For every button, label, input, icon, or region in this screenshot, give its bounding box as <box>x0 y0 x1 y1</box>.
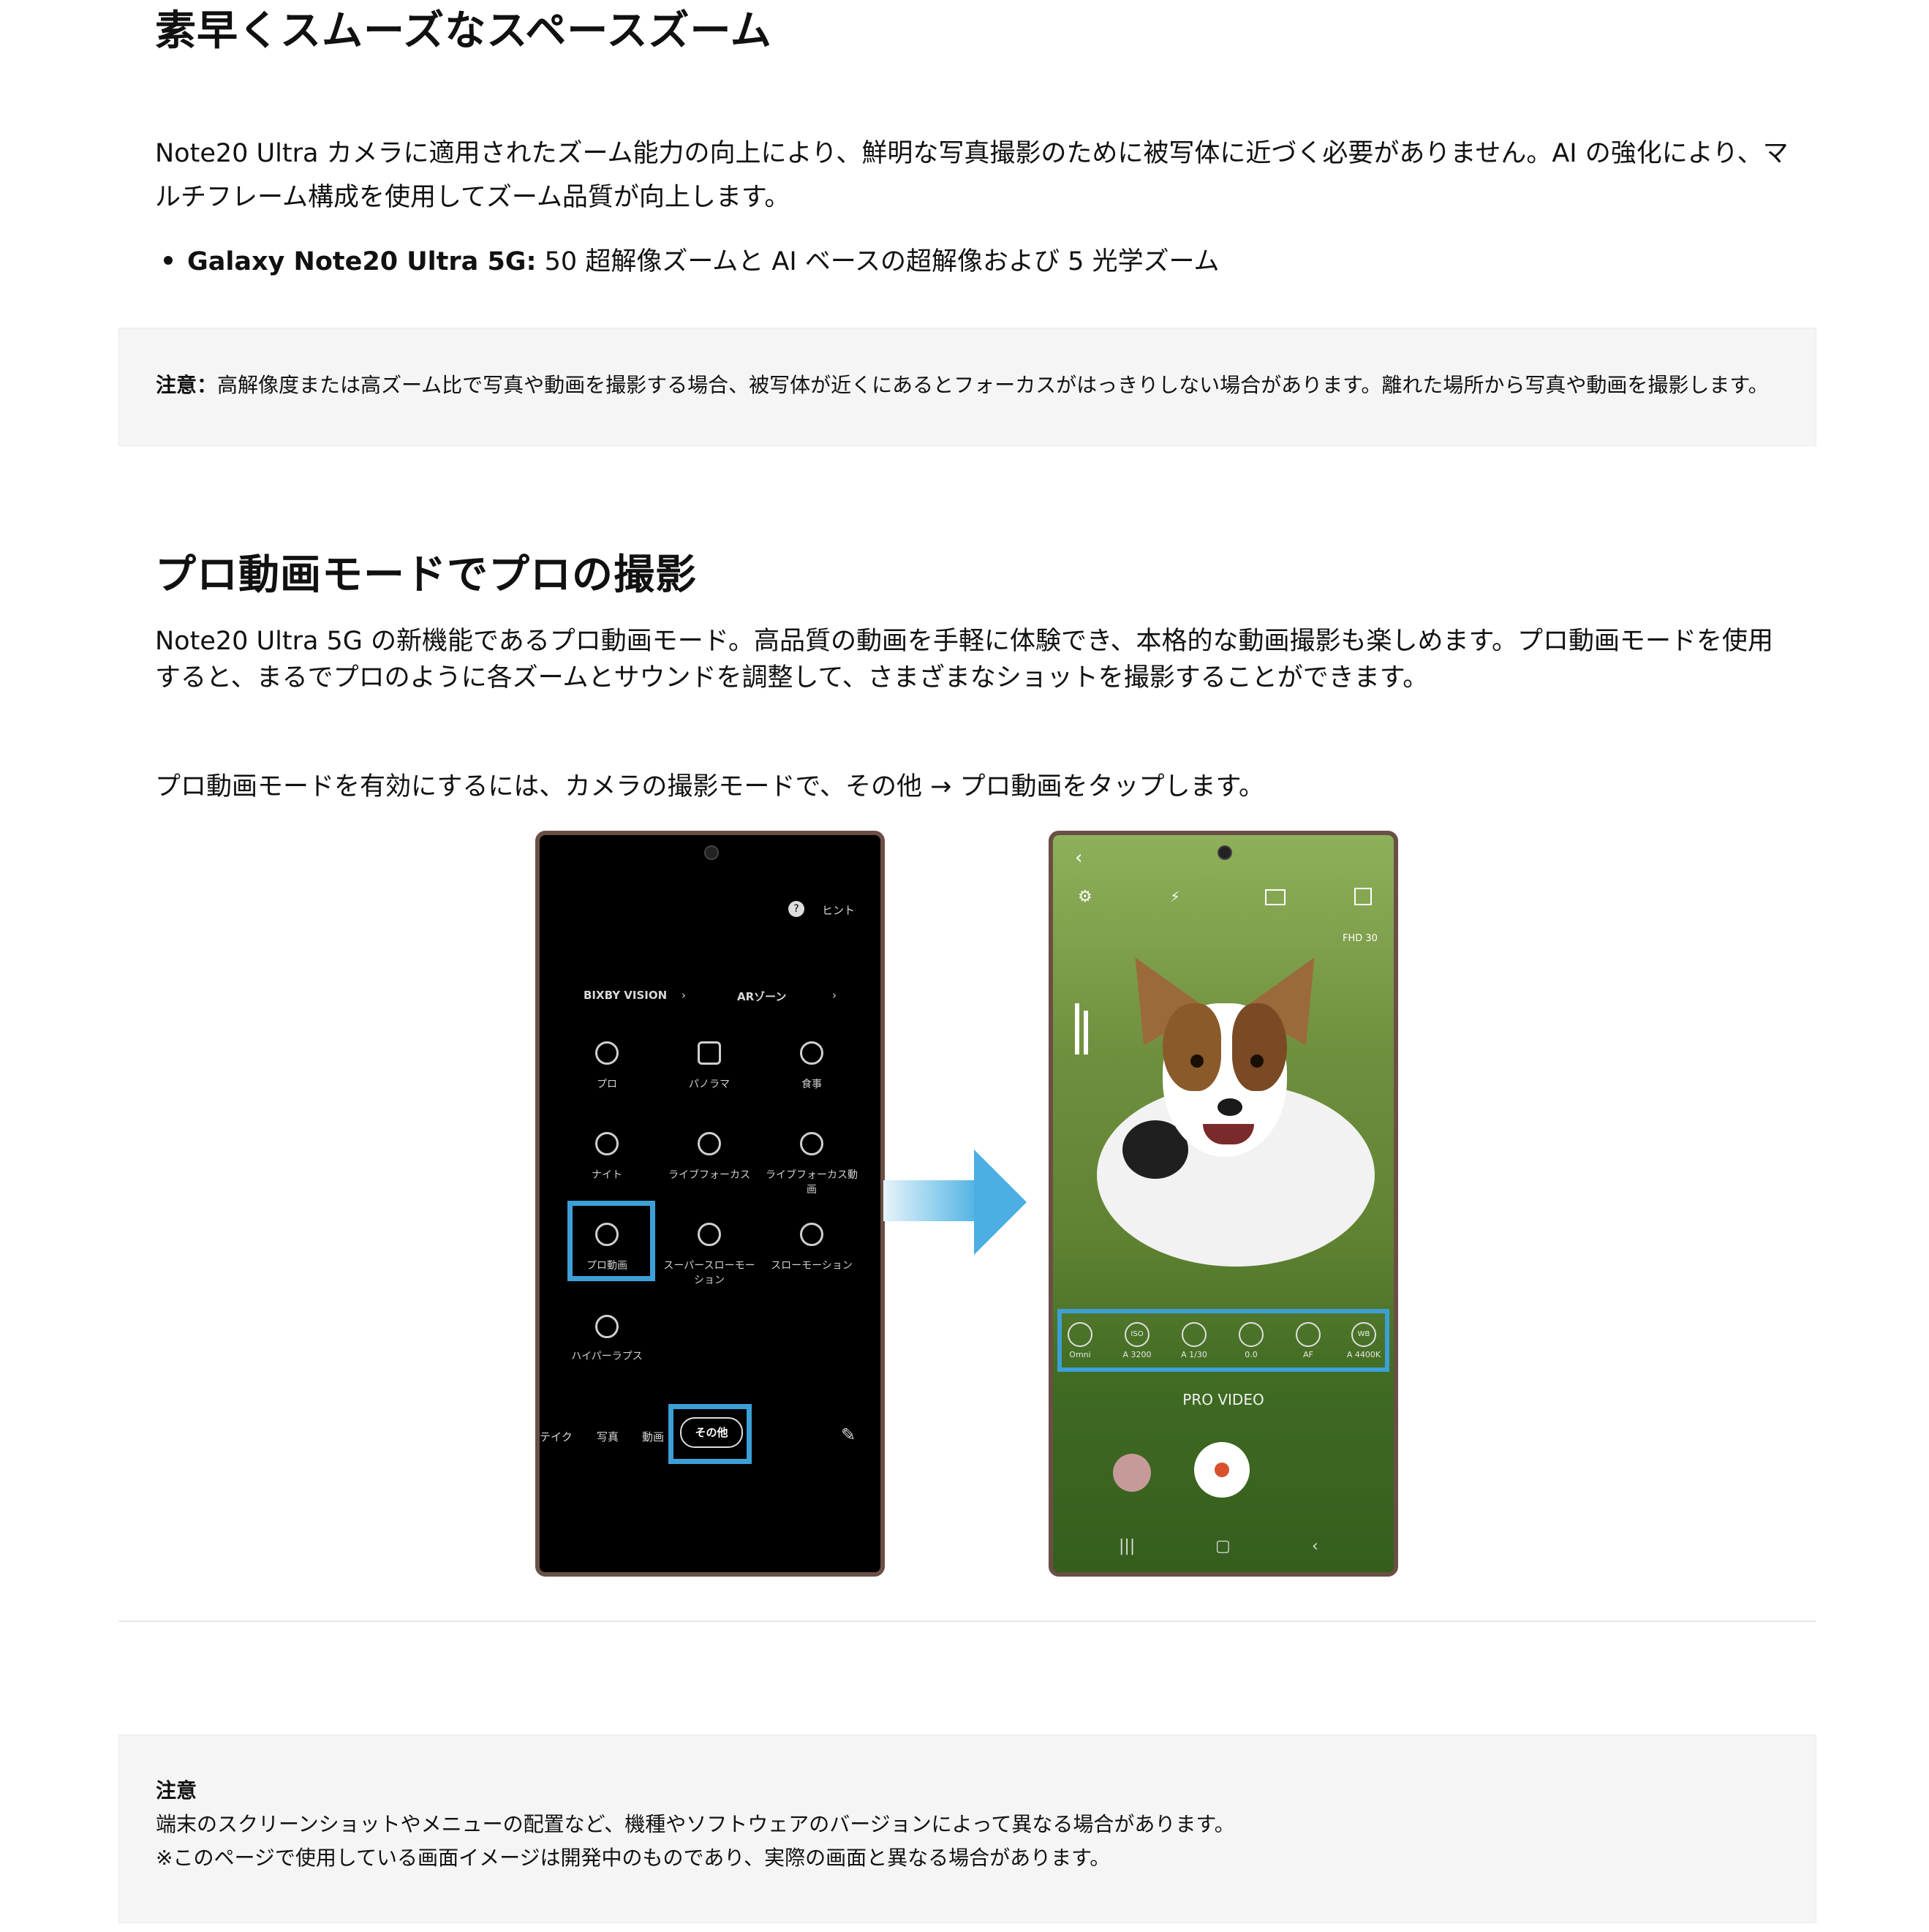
pro-controls-highlight <box>1057 1309 1389 1372</box>
record-icon <box>1215 1463 1229 1477</box>
arrow-shaft <box>883 1180 977 1221</box>
pro-video-highlight <box>567 1201 655 1281</box>
audio-level-right <box>1084 1011 1088 1054</box>
control-label: 0.0 <box>1245 1350 1258 1359</box>
divider <box>118 1620 1816 1622</box>
phone-menu-screenshot: ヒント ? BIXBY VISION › ARゾーン › プロ パノラマ 食事 … <box>535 831 885 1577</box>
bullet-label: Galaxy Note20 Ultra 5G: <box>187 247 537 276</box>
control-label: A 1/30 <box>1181 1350 1207 1359</box>
help-icon: ? <box>788 901 804 917</box>
mode-label: スローモーション <box>771 1260 853 1272</box>
bullet-text: 50 超解像ズームと AI ベースの超解像および 5 光学ズーム <box>536 247 1220 276</box>
bullet-item: Galaxy Note20 Ultra 5G: 50 超解像ズームと AI ベー… <box>155 241 1220 282</box>
control-label: A 3200 <box>1122 1350 1152 1359</box>
mode-label: ライブフォーカス動画 <box>766 1169 858 1196</box>
note-box-disclaimer: 注意 端末のスクリーンショットやメニューの配置など、機種やソフトウェアのバージョ… <box>118 1735 1816 1923</box>
night-icon <box>595 1132 619 1155</box>
section-title-pro-video: プロ動画モードでプロの撮影 <box>155 551 697 599</box>
pro-video-paragraph: Note20 Ultra 5G の新機能であるプロ動画モード。高品質の動画を手軽… <box>155 627 1774 693</box>
live-focus-icon <box>698 1132 721 1155</box>
resolution-label: FHD 30 <box>1343 933 1378 944</box>
dog-patch <box>1163 1003 1221 1091</box>
note-box-zoom: 注意：高解像度または高ズーム比で写真や動画を撮影する場合、被写体が近くにあるとフ… <box>118 328 1816 446</box>
front-camera <box>704 845 719 860</box>
mode-label: ライブフォーカス <box>668 1169 750 1181</box>
mode-label: PRO VIDEO <box>1182 1391 1264 1408</box>
note-body: 高解像度または高ズーム比で写真や動画を撮影する場合、被写体が近くにあるとフォーカ… <box>217 373 1769 397</box>
mode-label: 食事 <box>801 1079 822 1090</box>
pro-video-viewfinder: ‹ ⚙ ⚡ FHD 30 Omni ISO A 3200 A 1/30 0.0 … <box>1053 835 1394 1572</box>
live-focus-video-icon <box>800 1132 823 1155</box>
note-line-1: 端末のスクリーンショットやメニューの配置など、機種やソフトウェアのバージョンによ… <box>156 1812 1235 1836</box>
dog-eye <box>1250 1054 1264 1068</box>
pencil-icon: ✎ <box>841 1425 856 1445</box>
dog-nose <box>1218 1098 1242 1116</box>
mode-label: パノラマ <box>689 1079 730 1090</box>
chevron-right-icon: › <box>682 989 686 1002</box>
back-nav-icon: ‹ <box>1312 1537 1318 1555</box>
hyperlapse-icon <box>595 1315 619 1338</box>
tab-video: 動画 <box>642 1430 665 1444</box>
exposure-icon <box>1239 1322 1264 1347</box>
back-icon: ‹ <box>1075 847 1083 869</box>
space-zoom-paragraph: Note20 Ultra カメラに適用されたズーム能力の向上により、鮮明な写真撮… <box>155 139 1789 212</box>
mode-label: スーパースローモーション <box>663 1260 755 1286</box>
bullet-dot <box>164 256 173 265</box>
settings-icon: ⚙ <box>1078 888 1092 906</box>
gallery-thumbnail <box>1113 1454 1151 1492</box>
panorama-icon <box>698 1041 721 1065</box>
tab-take: テイク <box>540 1430 573 1444</box>
ratio-icon <box>1265 889 1286 905</box>
white-balance-icon: WB <box>1351 1322 1376 1347</box>
pro-video-instructions: プロ動画モードを有効にするには、カメラの撮影モードで、その他 → プロ動画をタッ… <box>155 772 1265 801</box>
dog-eye <box>1190 1054 1204 1068</box>
food-icon <box>800 1041 823 1065</box>
control-label: AF <box>1303 1350 1313 1359</box>
note-label: 注意： <box>156 373 218 397</box>
arrow-right-icon <box>974 1150 1027 1255</box>
note-label: 注意 <box>156 1778 197 1803</box>
tab-more: その他 <box>680 1417 743 1448</box>
mode-label: プロ <box>597 1079 617 1090</box>
chevron-right-icon: › <box>832 989 837 1002</box>
section-title-space-zoom: 素早くスムーズなスペースズーム <box>155 7 772 55</box>
control-label: Omni <box>1069 1350 1091 1359</box>
home-icon: ▢ <box>1215 1537 1231 1555</box>
slow-motion-icon <box>800 1223 823 1246</box>
phone-pro-video-screenshot: ‹ ⚙ ⚡ FHD 30 Omni ISO A 3200 A 1/30 0.0 … <box>1049 831 1398 1577</box>
ar-zone: ARゾーン <box>737 990 787 1003</box>
mode-label: ハイパーラプス <box>571 1351 643 1362</box>
flash-off-icon: ⚡ <box>1170 888 1181 905</box>
shutter-speed-icon <box>1182 1322 1207 1347</box>
mode-label: ナイト <box>592 1169 622 1181</box>
effects-icon <box>1354 888 1372 905</box>
pro-mode-icon <box>595 1041 619 1065</box>
recent-apps-icon: ||| <box>1119 1537 1136 1555</box>
bixby-vision: BIXBY VISION <box>584 989 668 1002</box>
microphone-icon <box>1068 1322 1092 1347</box>
audio-level-left <box>1075 1003 1079 1054</box>
dog-patch <box>1232 1003 1287 1091</box>
hint-label: ヒント <box>822 904 856 917</box>
iso-icon: ISO <box>1125 1322 1150 1347</box>
focus-icon <box>1296 1322 1321 1347</box>
camera-mode-menu: ヒント ? BIXBY VISION › ARゾーン › プロ パノラマ 食事 … <box>540 835 880 1572</box>
tab-photo: 写真 <box>597 1430 619 1444</box>
front-camera <box>1218 845 1232 860</box>
note-text: 注意：高解像度または高ズーム比で写真や動画を撮影する場合、被写体が近くにあるとフ… <box>156 369 1769 401</box>
note-line-2: ※このページで使用している画面イメージは開発中のものであり、実際の画面と異なる場… <box>156 1846 1111 1870</box>
super-slow-mo-icon <box>698 1223 721 1246</box>
control-label: A 4400K <box>1346 1350 1381 1359</box>
